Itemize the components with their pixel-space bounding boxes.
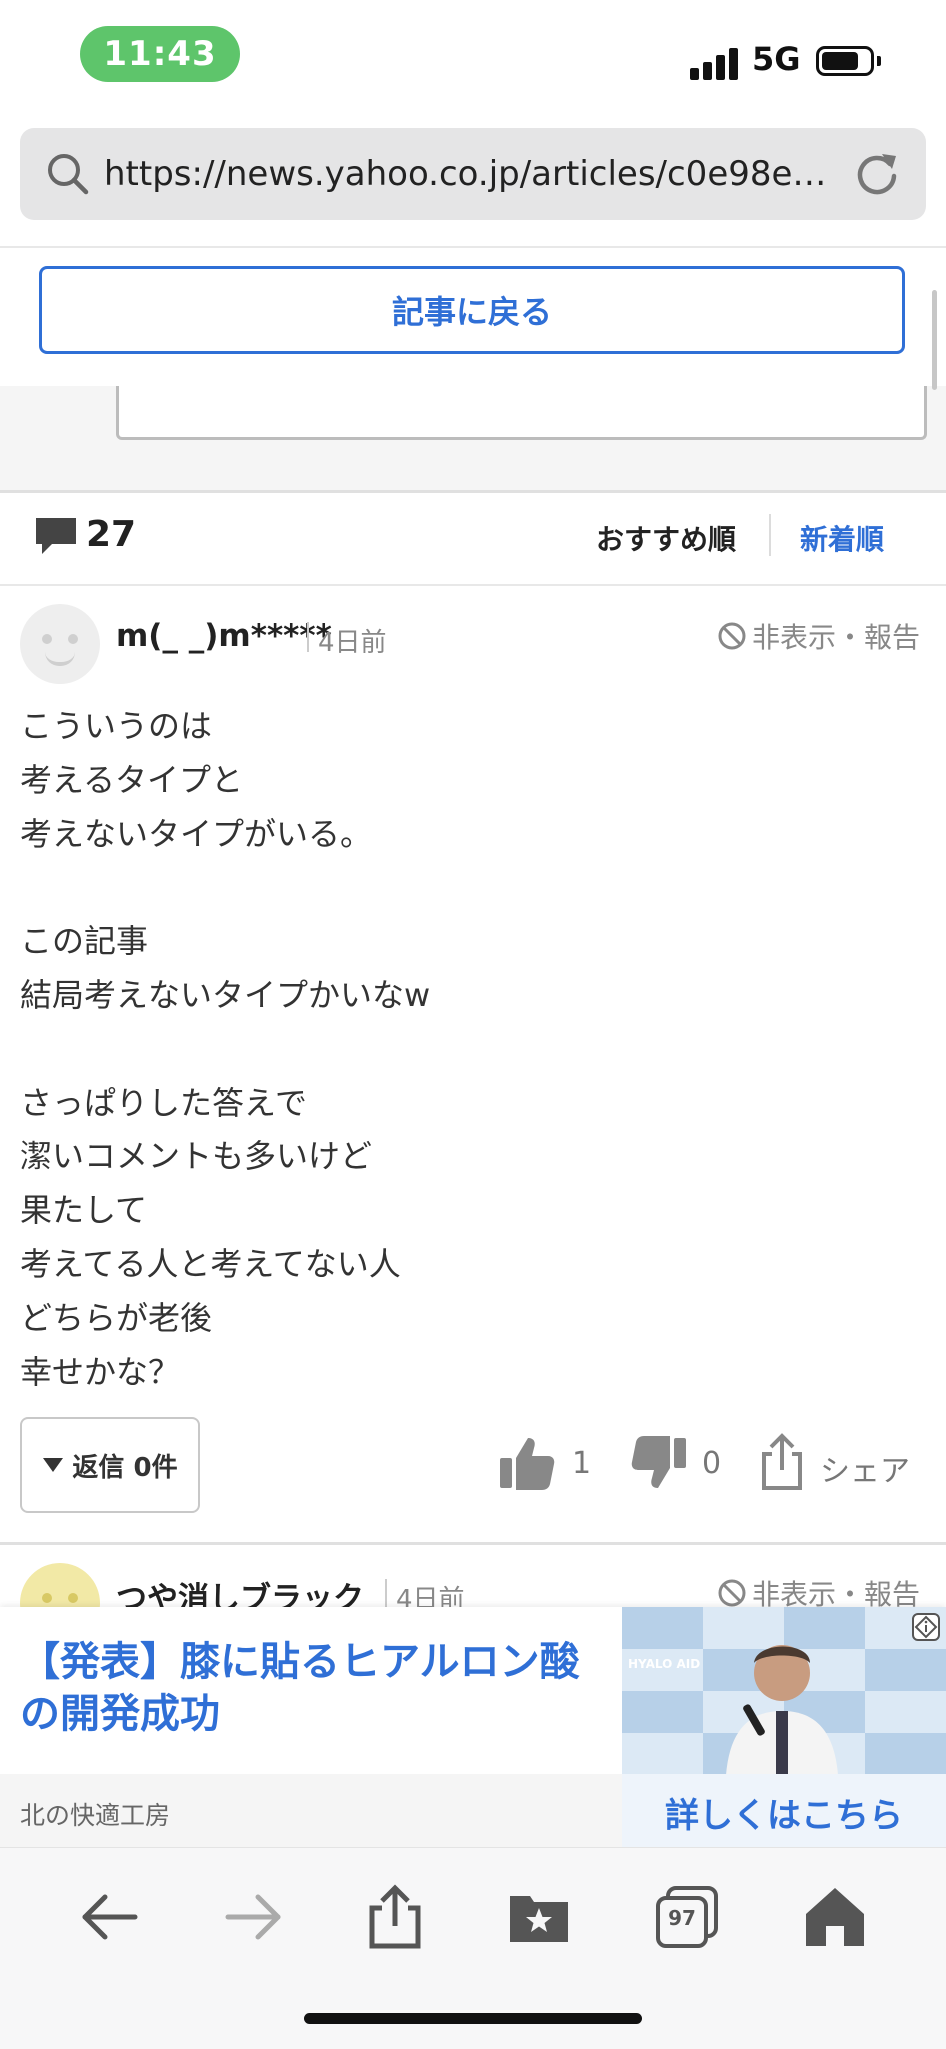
hide-report-label: 非表示・報告 [752, 621, 921, 654]
home-indicator[interactable] [304, 2013, 642, 2024]
sort-divider [769, 514, 771, 556]
forward-arrow-icon[interactable] [218, 1882, 288, 1952]
comment-line: こういうのは [20, 707, 213, 745]
comment-bubble-icon [36, 518, 76, 554]
divider [0, 584, 946, 586]
meta-divider [307, 622, 309, 652]
comment-time: 4日前 [396, 1585, 465, 1607]
info-icon [914, 1615, 938, 1639]
ad-image[interactable]: HYALO AID [622, 1607, 946, 1775]
comment-line: 考えるタイプと [20, 760, 244, 799]
block-icon [718, 1579, 746, 1607]
scrollbar[interactable] [932, 290, 937, 390]
comment-username[interactable]: つや消しブラック [116, 1573, 364, 1607]
search-icon [48, 154, 89, 195]
comment-line: 果たして [20, 1191, 148, 1230]
ad-cta-button[interactable]: 詳しくはこちら [622, 1788, 946, 1837]
sort-newest-tab[interactable]: 新着順 [800, 518, 884, 558]
meta-divider [385, 1579, 387, 1607]
battery-icon [816, 46, 874, 76]
reply-button[interactable]: 返信 0件 [20, 1417, 200, 1513]
battery-tip [877, 56, 881, 66]
reload-icon[interactable] [852, 148, 902, 198]
signal-strength-icon [690, 46, 740, 80]
ad-title[interactable]: 【発表】膝に貼るヒアルロン酸の開発成功 [20, 1636, 600, 1740]
caret-down-icon [43, 1458, 64, 1472]
comment-line: 幸せかな？ [20, 1352, 181, 1391]
divider [0, 490, 946, 493]
reply-label: 返信 0件 [72, 1452, 178, 1483]
comment-line: この記事 [20, 922, 149, 961]
comment-line [20, 1023, 920, 1077]
ad-sponsor: 北の快適工房 [20, 1801, 171, 1830]
thumbs-up-icon[interactable] [498, 1434, 556, 1492]
ad-photo [622, 1607, 946, 1775]
home-icon[interactable] [800, 1882, 870, 1952]
comment-line: 潔いコメントも多いけど [20, 1137, 373, 1176]
network-type: 5G [752, 40, 801, 78]
url-text[interactable]: https://news.yahoo.co.jp/articles/c0e98e… [104, 154, 834, 194]
comment-time: 4日前 [318, 628, 387, 658]
comment-line: 考えてる人と考えてない人 [20, 1244, 401, 1283]
comment-line: 考えないタイプがいる。 [20, 814, 373, 853]
share-icon[interactable] [360, 1882, 430, 1952]
tabs-count: 97 [668, 1906, 696, 1930]
comment-line [20, 861, 920, 915]
share-icon[interactable] [758, 1432, 806, 1492]
back-to-article-button[interactable]: 記事に戻る [39, 266, 905, 354]
thumbs-down-icon[interactable] [628, 1432, 688, 1492]
avatar [20, 1563, 100, 1607]
hide-report-button[interactable]: 非表示・報告 [716, 1573, 920, 1607]
ad-info-icon[interactable] [912, 1613, 940, 1641]
comment-line: さっぱりした答えで [20, 1083, 308, 1122]
hide-report-label: 非表示・報告 [752, 1578, 921, 1607]
comment-line: どちらが老後 [20, 1298, 213, 1337]
hide-report-button[interactable]: 非表示・報告 [716, 616, 920, 656]
bookmarks-icon[interactable] [504, 1882, 574, 1952]
like-count: 1 [572, 1446, 592, 1481]
share-label[interactable]: シェア [820, 1446, 910, 1490]
comment-line: 結局考えないタイプかいなw [20, 975, 431, 1014]
ad-image-text: HYALO AID [628, 1657, 701, 1671]
next-comment: つや消しブラック 4日前 非表示・報告 [0, 1545, 946, 1607]
comment-body: こういうのは 考えるタイプと 考えないタイプがいる。 この記事 結局考えないタイ… [20, 700, 920, 1399]
sort-recommended-tab[interactable]: おすすめ順 [596, 518, 736, 558]
dislike-count: 0 [702, 1446, 722, 1481]
comment-username[interactable]: m(_ _)m***** [116, 618, 332, 654]
status-time: 11:43 [80, 26, 240, 82]
comment-count: 27 [86, 514, 137, 555]
block-icon [718, 622, 746, 650]
avatar [20, 604, 100, 684]
back-arrow-icon[interactable] [75, 1882, 145, 1952]
